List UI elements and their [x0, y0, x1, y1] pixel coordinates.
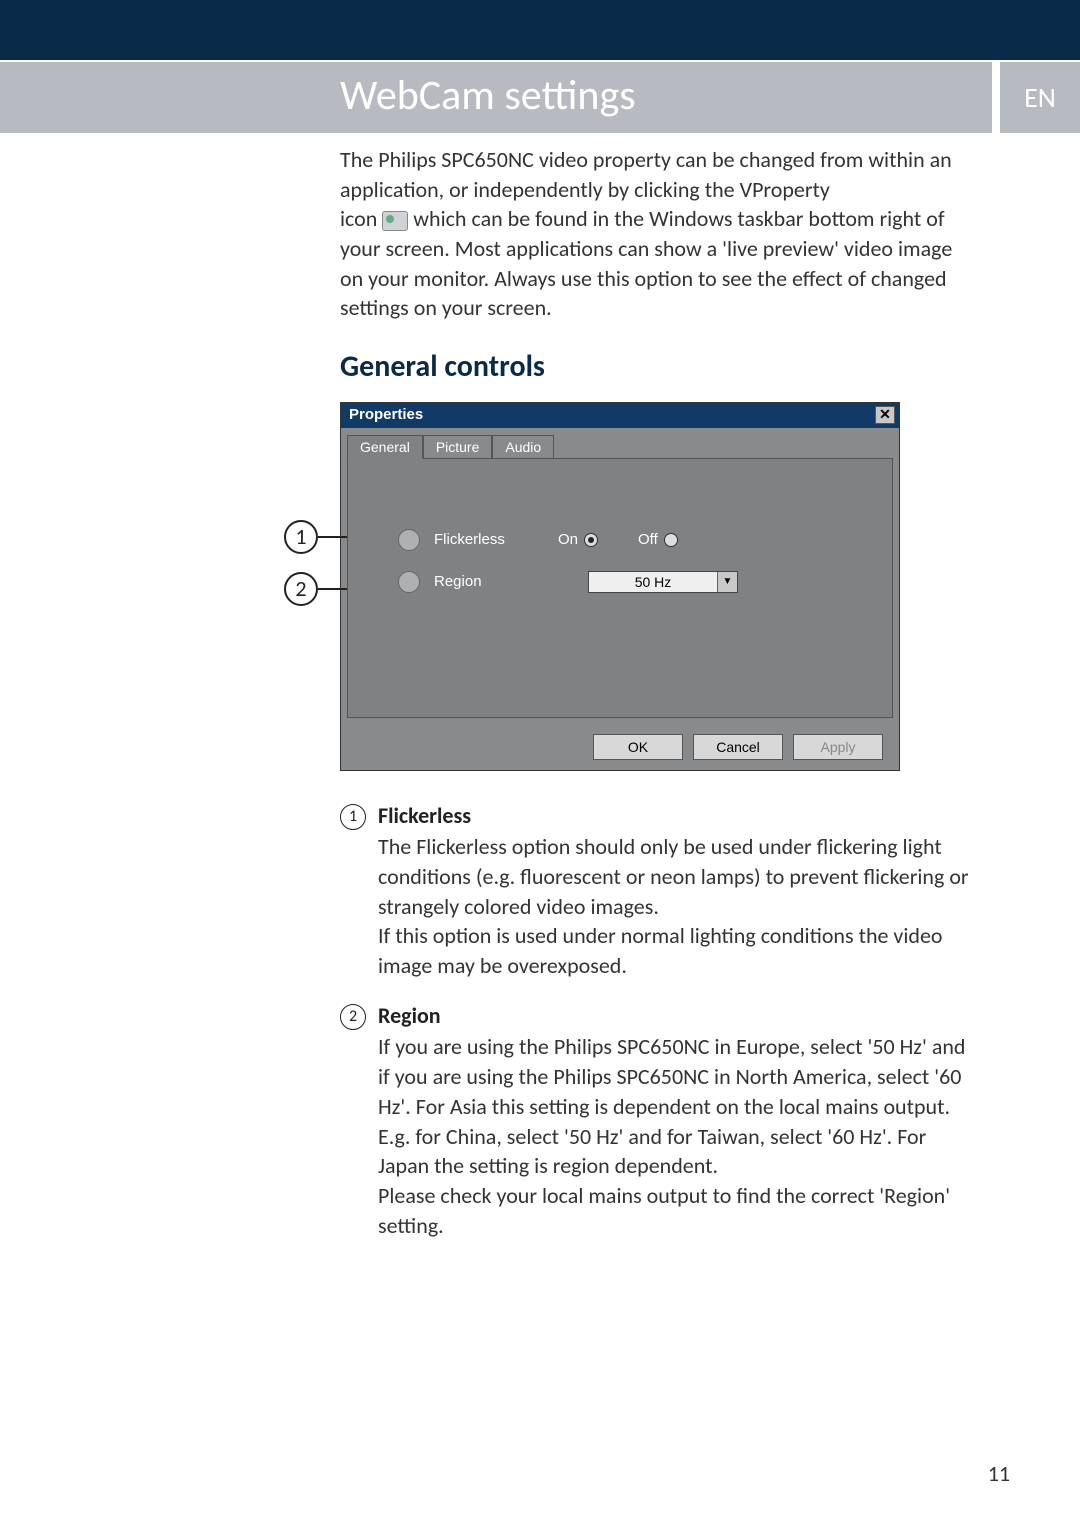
region-label: Region [434, 573, 544, 590]
section-heading: General controls [340, 347, 980, 388]
top-bar [0, 0, 1080, 60]
callout-1-num: 1 [284, 520, 318, 554]
dialog-body: General Picture Audio Flickerless On Off [341, 428, 899, 724]
tab-audio[interactable]: Audio [492, 435, 554, 459]
chevron-down-icon[interactable]: ▼ [717, 572, 737, 592]
tab-panel-general: Flickerless On Off Region [347, 458, 893, 718]
dialog-tabs: General Picture Audio [347, 434, 893, 458]
dialog-wrap: 1 2 Properties ✕ General Picture Audio F… [340, 402, 1080, 771]
dialog-title: Properties [349, 406, 423, 423]
intro-line1: The Philips SPC650NC video property can … [340, 145, 980, 204]
item-1-body: Flickerless The Flickerless option shoul… [378, 801, 980, 981]
region-select[interactable]: 50 Hz ▼ [588, 571, 738, 593]
flickerless-off-label: Off [638, 531, 658, 548]
radio-off-icon[interactable] [664, 533, 678, 547]
dialog-buttons: OK Cancel Apply [341, 724, 899, 770]
vproperty-icon [382, 211, 408, 231]
region-icon [398, 571, 420, 593]
title-row: WebCam settings EN [0, 62, 1080, 133]
items-list: 1 Flickerless The Flickerless option sho… [340, 801, 980, 1241]
region-select-value: 50 Hz [589, 574, 717, 590]
ok-button[interactable]: OK [593, 734, 683, 760]
radio-on-icon[interactable] [584, 533, 598, 547]
intro-line2-prefix: icon [340, 205, 382, 232]
intro-line2-suffix: which can be found in the Windows taskba… [340, 205, 952, 321]
tab-picture[interactable]: Picture [423, 435, 493, 459]
item-1-title: Flickerless [378, 801, 980, 831]
flickerless-off[interactable]: Off [638, 531, 678, 548]
page-number: 11 [988, 1460, 1010, 1487]
close-icon[interactable]: ✕ [875, 406, 895, 424]
item-2-body: Region If you are using the Philips SPC6… [378, 1001, 980, 1241]
apply-button: Apply [793, 734, 883, 760]
item-region: 2 Region If you are using the Philips SP… [340, 1001, 980, 1241]
item-1-text: The Flickerless option should only be us… [378, 832, 980, 980]
flickerless-label: Flickerless [434, 531, 544, 548]
item-flickerless: 1 Flickerless The Flickerless option sho… [340, 801, 980, 981]
item-2-num: 2 [340, 1004, 366, 1030]
language-label: EN [1000, 62, 1080, 133]
region-row: Region 50 Hz ▼ [348, 561, 892, 603]
intro-line2: icon which can be found in the Windows t… [340, 204, 980, 323]
callout-2-num: 2 [284, 572, 318, 606]
flickerless-on-label: On [558, 531, 578, 548]
page-title: WebCam settings [0, 62, 992, 133]
flickerless-radio-group: On Off [558, 531, 678, 548]
item-1-num: 1 [340, 804, 366, 830]
cancel-button[interactable]: Cancel [693, 734, 783, 760]
tab-general[interactable]: General [347, 435, 423, 459]
flickerless-row: Flickerless On Off [348, 519, 892, 561]
flickerless-icon [398, 529, 420, 551]
item-2-title: Region [378, 1001, 980, 1031]
dialog-titlebar: Properties ✕ [341, 403, 899, 428]
item-2-text: If you are using the Philips SPC650NC in… [378, 1032, 980, 1240]
intro-paragraph: The Philips SPC650NC video property can … [340, 145, 980, 388]
flickerless-on[interactable]: On [558, 531, 598, 548]
properties-dialog: Properties ✕ General Picture Audio Flick… [340, 402, 900, 771]
